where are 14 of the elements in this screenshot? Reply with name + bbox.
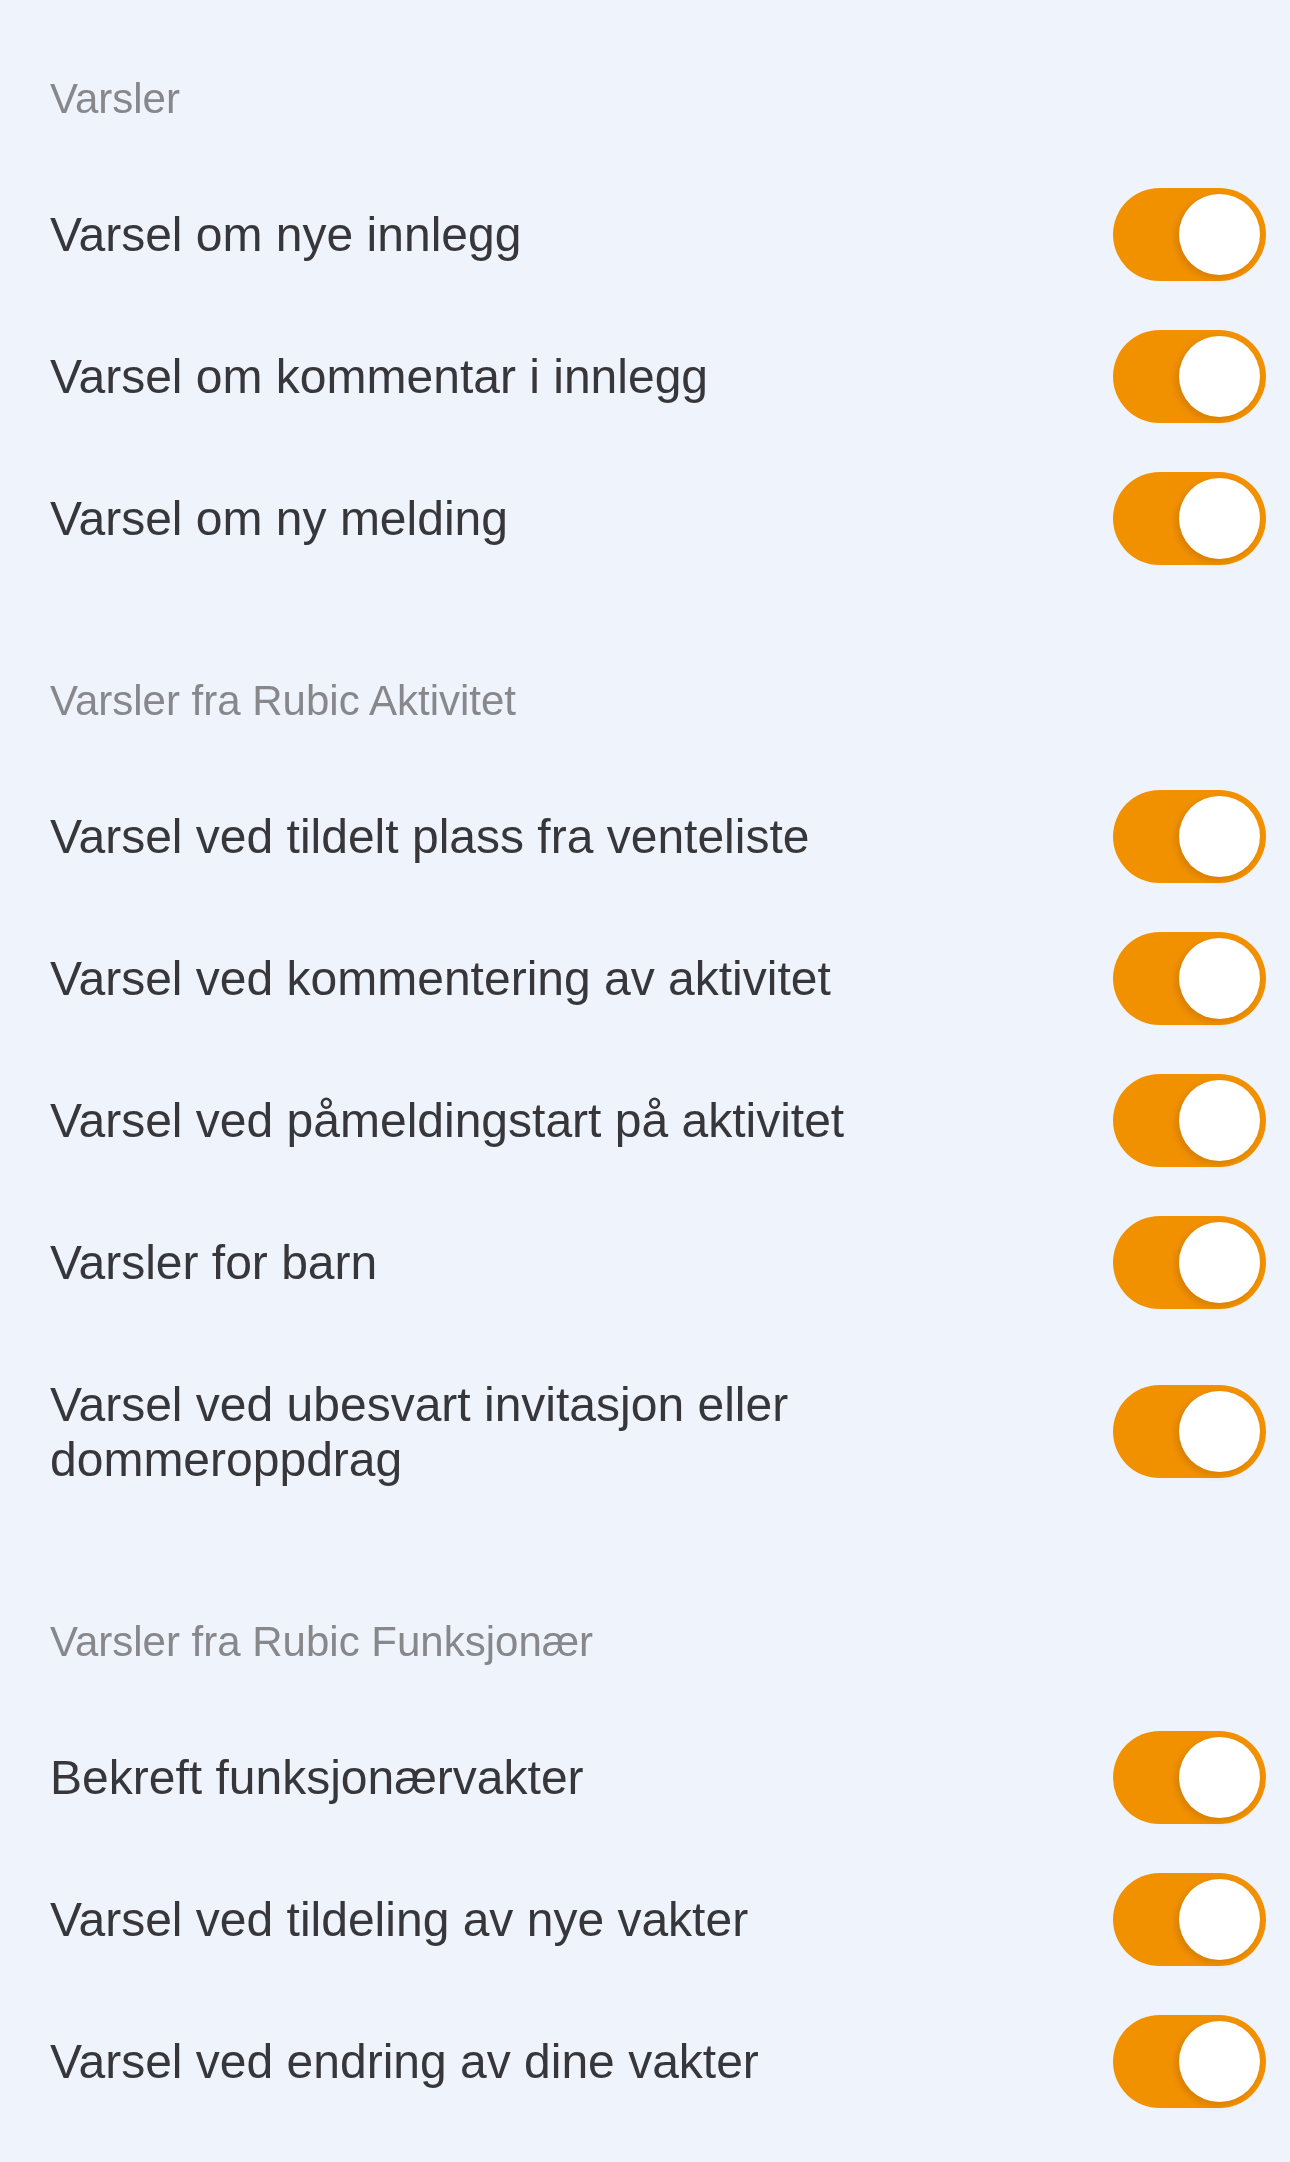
setting-label: Varsel ved ubesvart invitasjon eller dommeroppdrag <box>50 1376 790 1487</box>
setting-label: Bekreft funksjonærvakter <box>50 1749 585 1805</box>
setting-label: Varsler for barn <box>50 1234 379 1290</box>
section-header: Varsler <box>50 74 180 124</box>
setting-label: Varsel ved kommentering av aktivitet <box>50 950 832 1006</box>
setting-label: Varsel ved endring av dine vakter <box>50 2033 760 2089</box>
setting-label: Varsel om nye innlegg <box>50 206 523 262</box>
section-header: Varsler fra Rubic Funksjonær <box>50 1617 594 1667</box>
setting-label: Varsel om kommentar i innlegg <box>50 348 710 404</box>
section-header: Varsler fra Rubic Aktivitet <box>50 676 517 726</box>
setting-label: Varsel ved tildelt plass fra venteliste <box>50 808 811 864</box>
setting-label: Varsel ved tildeling av nye vakter <box>50 1891 750 1947</box>
setting-label: Varsel om ny melding <box>50 490 509 546</box>
setting-label: Varsel ved påmeldingstart på aktivitet <box>50 1092 846 1148</box>
